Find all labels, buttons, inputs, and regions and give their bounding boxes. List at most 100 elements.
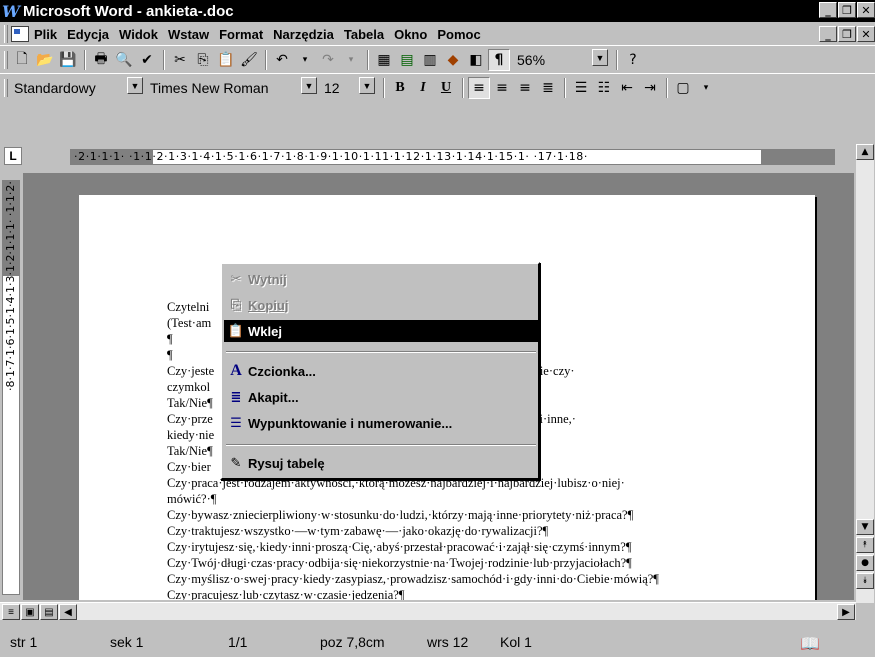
- align-center-icon[interactable]: ≡: [491, 77, 513, 99]
- align-right-icon[interactable]: ≡: [514, 77, 536, 99]
- document-line[interactable]: Czy·traktujesz·wszystko·—w·tym·zabawę·—·…: [167, 523, 659, 539]
- insert-table-icon[interactable]: ▦: [373, 49, 395, 71]
- new-document-icon[interactable]: 🗋: [11, 49, 33, 71]
- restore-button[interactable]: ❐: [838, 2, 856, 18]
- doc-close-button[interactable]: ✕: [857, 26, 875, 42]
- word-app-icon[interactable]: W: [2, 2, 20, 21]
- doc-restore-button[interactable]: ❐: [838, 26, 856, 42]
- help-icon[interactable]: ?: [622, 49, 644, 71]
- context-copy-label: Kopiuj: [248, 297, 289, 313]
- scroll-left-button[interactable]: ◀: [59, 604, 77, 620]
- justify-icon[interactable]: ≣: [537, 77, 559, 99]
- tab-selector[interactable]: L: [4, 147, 22, 165]
- menu-bar: Plik Edycja Widok Wstaw Format Narzędzia…: [0, 23, 875, 45]
- document-line[interactable]: Czy·irytujesz·się,·kiedy·inni·proszą·Cię…: [167, 539, 659, 555]
- undo-dropdown-icon[interactable]: ▾: [294, 49, 316, 71]
- document-map-icon[interactable]: ◧: [465, 49, 487, 71]
- print-preview-icon[interactable]: 🔍: [113, 49, 135, 71]
- document-icon[interactable]: [11, 26, 29, 42]
- menu-format[interactable]: Format: [219, 26, 263, 43]
- doc-minimize-button[interactable]: _: [819, 26, 837, 42]
- columns-icon[interactable]: ▥: [419, 49, 441, 71]
- menu-edycja[interactable]: Edycja: [67, 26, 109, 43]
- spelling-icon[interactable]: ✔: [136, 49, 158, 71]
- close-button[interactable]: ✕: [857, 2, 875, 18]
- context-copy[interactable]: ⎘ Kopiuj: [224, 294, 538, 316]
- bullets-icon: ☰: [230, 415, 242, 431]
- previous-page-button[interactable]: ⯭: [856, 537, 874, 553]
- decrease-indent-icon[interactable]: ⇤: [616, 77, 638, 99]
- menu-plik[interactable]: Plik: [34, 26, 57, 43]
- borders-icon[interactable]: ▢: [672, 77, 694, 99]
- context-paragraph[interactable]: ≣ Akapit...: [224, 386, 538, 408]
- format-painter-icon[interactable]: 🖌: [238, 49, 260, 71]
- italic-button[interactable]: I: [412, 77, 434, 99]
- bold-button[interactable]: B: [389, 77, 411, 99]
- menu-narzedzia[interactable]: Narzędzia: [273, 26, 334, 43]
- horizontal-ruler[interactable]: ·2·1·1·1· ·1·1·2·1·3·1·4·1·5·1·6·1·7·1·8…: [70, 149, 835, 165]
- document-line[interactable]: Czy·Twój·długi·czas·pracy·odbija·się·nie…: [167, 555, 659, 571]
- menu-okno[interactable]: Okno: [394, 26, 427, 43]
- font-value: Times New Roman: [150, 79, 269, 96]
- context-menu: ✂ Wytnij ⎘ Kopiuj 📋 Wklej A Czcionka... …: [220, 262, 540, 480]
- borders-dropdown-icon[interactable]: ▾: [695, 77, 717, 99]
- menu-wstaw[interactable]: Wstaw: [168, 26, 209, 43]
- scroll-right-button[interactable]: ▶: [837, 604, 855, 620]
- cut-icon[interactable]: ✂: [169, 49, 191, 71]
- redo-dropdown-icon[interactable]: ▾: [340, 49, 362, 71]
- chevron-down-icon[interactable]: ▼: [592, 49, 608, 66]
- horizontal-scrollbar[interactable]: ≡ ▣ ▤ ◀ ▶: [0, 602, 856, 620]
- bullets-icon[interactable]: ☷: [593, 77, 615, 99]
- open-folder-icon[interactable]: 📂: [34, 49, 56, 71]
- document-line[interactable]: Czy·pracujesz·lub·czytasz·w·czasie·jedze…: [167, 587, 659, 600]
- undo-icon[interactable]: ↶: [271, 49, 293, 71]
- size-select[interactable]: 12 ▼: [321, 77, 375, 98]
- web-layout-view-icon[interactable]: ▣: [21, 604, 39, 620]
- minimize-button[interactable]: _: [819, 2, 837, 18]
- print-layout-view-icon[interactable]: ▤: [40, 604, 58, 620]
- next-page-button[interactable]: ⯯: [856, 573, 874, 589]
- context-cut[interactable]: ✂ Wytnij: [224, 268, 538, 290]
- align-left-icon[interactable]: ≡: [468, 76, 490, 99]
- vertical-scrollbar[interactable]: ▲ ▼ ⯭ ● ⯯: [856, 144, 874, 603]
- zoom-dropdown[interactable]: ▼: [590, 49, 608, 70]
- context-font[interactable]: A Czcionka...: [224, 360, 538, 382]
- zoom-select[interactable]: 56%: [514, 49, 586, 70]
- print-icon[interactable]: 🖶: [90, 49, 112, 71]
- menu-widok[interactable]: Widok: [119, 26, 158, 43]
- menu-tabela[interactable]: Tabela: [344, 26, 384, 43]
- chevron-down-icon[interactable]: ▼: [359, 77, 375, 94]
- document-line[interactable]: Czy·myślisz·o·swej·pracy·kiedy·zasypiasz…: [167, 571, 659, 587]
- normal-view-icon[interactable]: ≡: [2, 604, 20, 620]
- style-select[interactable]: Standardowy ▼: [11, 77, 143, 98]
- document-line[interactable]: mówić?·¶: [167, 491, 659, 507]
- scroll-up-button[interactable]: ▲: [856, 144, 874, 160]
- increase-indent-icon[interactable]: ⇥: [639, 77, 661, 99]
- select-browse-object-button[interactable]: ●: [856, 555, 874, 571]
- insert-excel-icon[interactable]: ▤: [396, 49, 418, 71]
- drawing-icon[interactable]: ◆: [442, 49, 464, 71]
- chevron-down-icon[interactable]: ▼: [301, 77, 317, 94]
- context-paste[interactable]: 📋 Wklej: [224, 320, 538, 342]
- underline-button[interactable]: U: [435, 77, 457, 99]
- status-line: wrs 12: [427, 634, 469, 650]
- numbering-icon[interactable]: ☰: [570, 77, 592, 99]
- document-line[interactable]: Czy·bywasz·zniecierpliwiony·w·stosunku·d…: [167, 507, 659, 523]
- scroll-down-button[interactable]: ▼: [856, 519, 874, 535]
- vertical-ruler[interactable]: ·8·1·7·1·6·1·5·1·4·1·3·1·2·1·1·1· ·1·1·2…: [2, 180, 20, 595]
- chevron-down-icon[interactable]: ▼: [127, 77, 143, 94]
- menu-pomoc[interactable]: Pomoc: [437, 26, 480, 43]
- show-hide-icon[interactable]: ¶: [488, 48, 510, 71]
- toolbar-grip[interactable]: [4, 50, 8, 69]
- spelling-status-icon[interactable]: 📖: [800, 634, 820, 653]
- horizontal-ruler-scale: ·2·1·1·1· ·1·1·2·1·3·1·4·1·5·1·6·1·7·1·8…: [74, 150, 588, 163]
- context-draw-table[interactable]: ✎ Rysuj tabelę: [224, 452, 538, 474]
- save-icon[interactable]: 💾: [57, 49, 79, 71]
- context-bullets[interactable]: ☰ Wypunktowanie i numerowanie...: [224, 412, 538, 434]
- redo-icon[interactable]: ↷: [317, 49, 339, 71]
- copy-icon[interactable]: ⎘: [192, 49, 214, 71]
- menu-grip[interactable]: [4, 25, 8, 43]
- font-select[interactable]: Times New Roman ▼: [147, 77, 317, 98]
- toolbar-grip-2[interactable]: [4, 78, 8, 97]
- paste-icon[interactable]: 📋: [215, 49, 237, 71]
